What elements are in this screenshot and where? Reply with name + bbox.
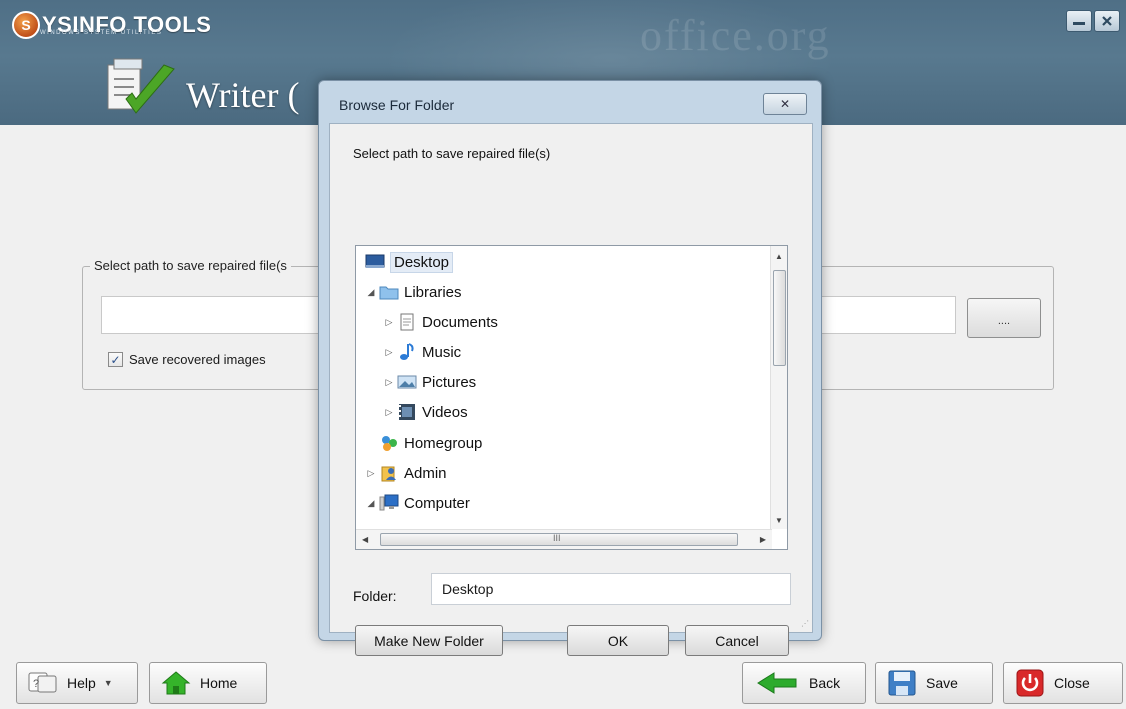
help-label: Help [67, 675, 96, 691]
tree-item-videos[interactable]: ▷ Videos [382, 399, 468, 425]
help-button[interactable]: ? Help ▼ [16, 662, 138, 704]
computer-icon [378, 493, 400, 513]
music-icon [396, 342, 418, 362]
tree-item-libraries[interactable]: ◢ Libraries [364, 279, 462, 305]
home-button[interactable]: Home [149, 662, 267, 704]
pictures-icon [396, 372, 418, 392]
collapsed-arrow-icon[interactable]: ▷ [382, 317, 396, 328]
back-label: Back [809, 675, 841, 691]
horizontal-scroll-thumb[interactable]: III [380, 533, 738, 546]
tree-item-homegroup[interactable]: Homegroup [378, 430, 482, 456]
home-label: Home [200, 675, 238, 691]
dialog-title: Browse For Folder [339, 97, 455, 113]
dialog-body: Select path to save repaired file(s) Des… [329, 123, 813, 656]
power-icon [1012, 669, 1048, 697]
tree-item-admin[interactable]: ▷ Admin [364, 460, 447, 486]
chevron-down-icon: ▼ [103, 678, 113, 688]
tree-item-desktop[interactable]: Desktop [364, 249, 454, 275]
help-icon: ? [25, 669, 61, 697]
minimize-button[interactable] [1066, 10, 1092, 32]
close-icon [1102, 16, 1112, 26]
tree-item-music[interactable]: ▷ Music [382, 339, 461, 365]
collapsed-arrow-icon[interactable]: ▷ [382, 407, 396, 418]
tree-item-label: Computer [404, 494, 470, 512]
back-button[interactable]: Back [742, 662, 866, 704]
app-title: Writer ( [186, 75, 300, 115]
close-icon: ✕ [779, 97, 791, 111]
dialog-instruction: Select path to save repaired file(s) [353, 146, 551, 161]
folder-tree[interactable]: Desktop ◢ Libraries ▷ Documents ▷ Music … [355, 245, 788, 550]
save-path-group-label: Select path to save repaired file(s [90, 258, 291, 273]
make-new-folder-button[interactable]: Make New Folder [355, 625, 503, 656]
save-images-option[interactable]: ✓ Save recovered images [108, 352, 266, 367]
tree-item-label: Admin [404, 464, 447, 482]
collapsed-arrow-icon[interactable]: ▷ [382, 377, 396, 388]
cancel-button[interactable]: Cancel [685, 625, 789, 656]
tree-item-computer[interactable]: ◢ Computer [364, 490, 470, 516]
scroll-right-icon[interactable]: ▶ [760, 535, 766, 544]
save-disk-icon [884, 669, 920, 697]
tree-item-label: Music [422, 343, 462, 361]
tree-item-label: Libraries [404, 283, 462, 301]
document-check-icon [107, 58, 175, 114]
tree-item-label: Documents [422, 313, 498, 331]
collapsed-arrow-icon[interactable]: ▷ [382, 347, 396, 358]
header-watermark: office.org [640, 11, 831, 60]
resize-grip-icon[interactable]: ⋰ [801, 619, 809, 628]
collapsed-arrow-icon[interactable]: ▷ [364, 468, 378, 479]
scroll-grip: III [553, 533, 561, 543]
user-folder-icon [378, 463, 400, 483]
browse-folder-dialog: Browse For Folder ✕ Select path to save … [318, 80, 822, 656]
close-button[interactable]: Close [1003, 662, 1123, 704]
tree-item-label: Homegroup [404, 434, 483, 452]
minimize-icon [1073, 22, 1085, 25]
tree-item-documents[interactable]: ▷ Documents [382, 309, 498, 335]
svg-text:?: ? [33, 678, 39, 690]
tree-item-pictures[interactable]: ▷ Pictures [382, 369, 477, 395]
tree-item-label: Pictures [422, 373, 477, 391]
browse-button[interactable]: .... [967, 298, 1041, 338]
window-controls [1066, 10, 1120, 32]
tree-horizontal-scrollbar[interactable]: ◀ III ▶ [356, 529, 772, 549]
window-close-button[interactable] [1094, 10, 1120, 32]
back-arrow-icon [751, 669, 803, 697]
expanded-arrow-icon[interactable]: ◢ [364, 287, 378, 298]
documents-icon [396, 312, 418, 332]
save-label: Save [926, 675, 958, 691]
tree-item-label: Videos [422, 403, 468, 421]
folder-name-input[interactable]: Desktop [431, 573, 791, 605]
desktop-icon [364, 252, 386, 272]
expanded-arrow-icon[interactable]: ◢ [364, 498, 378, 509]
save-images-checkbox[interactable]: ✓ [108, 352, 123, 367]
vertical-scroll-thumb[interactable] [773, 270, 786, 366]
scroll-up-icon[interactable]: ▲ [775, 252, 783, 261]
tree-item-label: Desktop [390, 251, 454, 273]
home-icon [158, 669, 194, 697]
save-images-label: Save recovered images [129, 352, 266, 367]
tree-vertical-scrollbar[interactable]: ▲ ▼ [770, 246, 787, 529]
dialog-close-button[interactable]: ✕ [763, 93, 807, 115]
scroll-left-icon[interactable]: ◀ [362, 535, 368, 544]
close-label: Close [1054, 675, 1090, 691]
ok-button[interactable]: OK [567, 625, 669, 656]
save-button[interactable]: Save [875, 662, 993, 704]
libraries-icon [378, 282, 400, 302]
logo-badge: S [12, 11, 40, 39]
folder-label: Folder: [353, 588, 397, 604]
homegroup-icon [378, 433, 400, 453]
scroll-down-icon[interactable]: ▼ [775, 516, 783, 525]
videos-icon [396, 402, 418, 422]
logo-tagline: WINDOWS SYSTEM UTILITIES [40, 30, 163, 36]
